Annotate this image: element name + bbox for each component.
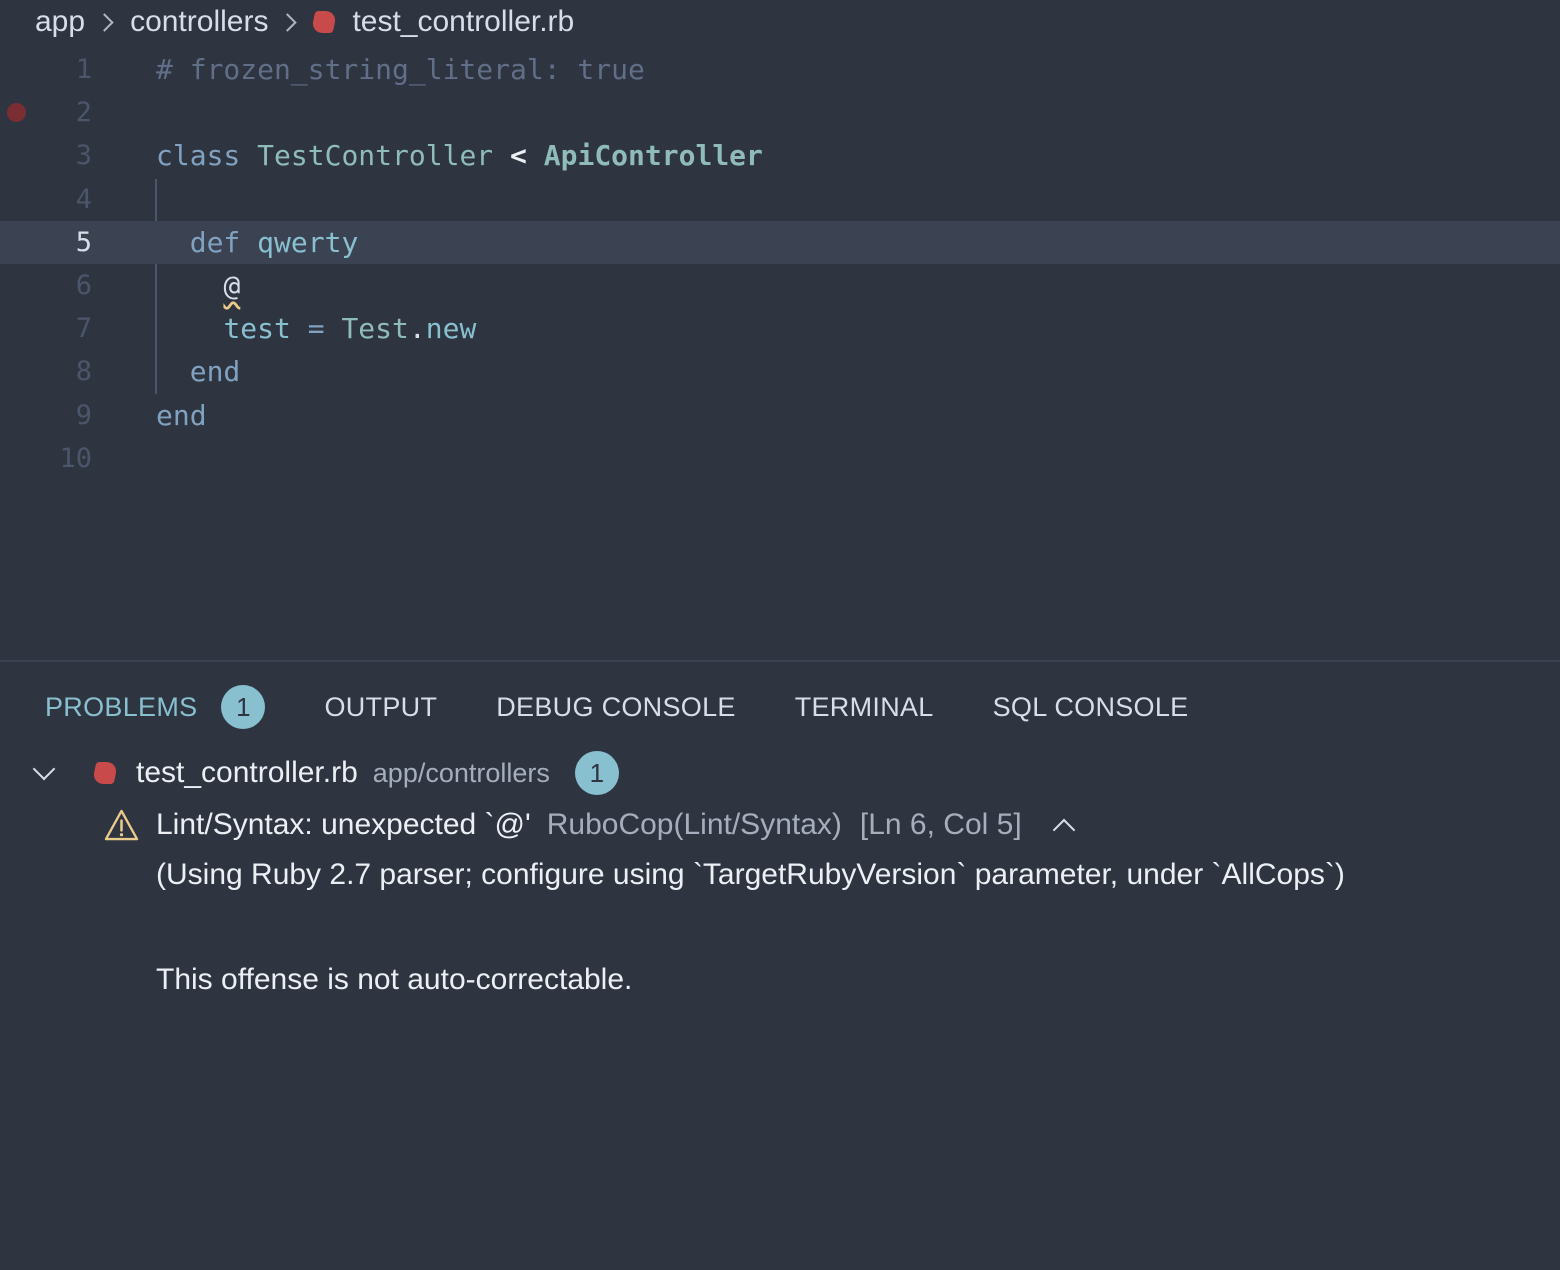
method-name-token: qwerty: [257, 226, 359, 259]
problem-source: RuboCop(Lint/Syntax): [546, 808, 842, 841]
method-call-token: new: [425, 312, 477, 345]
warning-icon: [104, 809, 139, 840]
operator-token: =: [307, 312, 325, 345]
code-line-6[interactable]: 6 @: [0, 264, 1560, 307]
code-line-8[interactable]: 8 end: [0, 350, 1560, 393]
tab-problems[interactable]: PROBLEMS 1: [45, 685, 266, 729]
line-number: 7: [75, 313, 92, 344]
problems-count-badge: 1: [221, 685, 266, 729]
tab-label: DEBUG CONSOLE: [496, 691, 736, 722]
line-number: 5: [75, 227, 92, 258]
panel-tabs: PROBLEMS 1 OUTPUT DEBUG CONSOLE TERMINAL…: [45, 684, 1248, 730]
line-number: 3: [75, 140, 92, 171]
code-line-2[interactable]: 2: [0, 91, 1560, 134]
breadcrumb: app controllers test_controller.rb: [35, 0, 574, 44]
syntax-error-token: @: [223, 269, 241, 302]
problem-file-name: test_controller.rb: [136, 756, 358, 789]
code-line-10[interactable]: 10: [0, 437, 1560, 480]
chevron-right-icon: [95, 12, 114, 32]
code-line-9[interactable]: 9 end: [0, 394, 1560, 437]
tab-sql-console[interactable]: SQL CONSOLE: [993, 692, 1189, 723]
problem-message: Lint/Syntax: unexpected `@': [156, 808, 531, 841]
class-name-token: TestController: [257, 139, 494, 172]
keyword-token: end: [156, 399, 207, 432]
code-line-5[interactable]: 5 def qwerty: [0, 221, 1560, 264]
parent-class-token: ApiController: [543, 139, 763, 172]
chevron-up-icon[interactable]: [1052, 818, 1075, 842]
ruby-icon: [311, 11, 338, 33]
breadcrumb-item-controllers[interactable]: controllers: [130, 5, 268, 39]
breadcrumb-item-file[interactable]: test_controller.rb: [352, 5, 574, 39]
operator-token: <: [510, 139, 527, 172]
problem-file-group[interactable]: test_controller.rb app/controllers 1: [30, 750, 619, 796]
dot-token: .: [408, 312, 426, 345]
keyword-token: def: [189, 226, 241, 259]
keyword-token: class: [156, 139, 241, 172]
comment-token: # frozen_string_literal: true: [156, 53, 645, 86]
chevron-down-icon[interactable]: [32, 757, 56, 781]
file-problem-count-badge: 1: [574, 751, 619, 795]
chevron-right-icon: [278, 12, 298, 32]
code-line-7[interactable]: 7 test = Test.new: [0, 307, 1560, 350]
line-number: 4: [75, 184, 92, 215]
problem-item[interactable]: Lint/Syntax: unexpected `@' RuboCop(Lint…: [104, 802, 1075, 848]
line-number: 2: [75, 97, 92, 128]
problem-detail-line-2: This offense is not auto-correctable.: [156, 963, 633, 996]
tab-label: SQL CONSOLE: [992, 691, 1189, 722]
line-number: 10: [59, 443, 92, 474]
line-number: 9: [75, 400, 92, 431]
ruby-icon: [91, 762, 119, 784]
line-number: 6: [75, 270, 92, 301]
constant-token: Test: [341, 312, 409, 345]
keyword-token: end: [189, 355, 241, 388]
tab-output[interactable]: OUTPUT: [324, 692, 437, 723]
problem-file-path: app/controllers: [372, 757, 550, 788]
code-line-1[interactable]: 1 # frozen_string_literal: true: [0, 48, 1560, 91]
tab-label: TERMINAL: [794, 691, 934, 722]
code-line-4[interactable]: 4: [0, 178, 1560, 221]
tab-terminal[interactable]: TERMINAL: [795, 692, 934, 723]
breadcrumb-item-app[interactable]: app: [35, 5, 85, 39]
line-number: 1: [75, 54, 92, 85]
problem-location: [Ln 6, Col 5]: [859, 808, 1022, 841]
problem-detail-line-1: (Using Ruby 2.7 parser; configure using …: [156, 858, 1345, 891]
line-number: 8: [75, 356, 92, 387]
code-line-3[interactable]: 3 class TestController < ApiController: [0, 134, 1560, 177]
bottom-panel: PROBLEMS 1 OUTPUT DEBUG CONSOLE TERMINAL…: [0, 660, 1560, 1270]
code-editor[interactable]: 1 # frozen_string_literal: true 2 3 clas…: [0, 48, 1560, 660]
tab-label: OUTPUT: [324, 691, 438, 722]
variable-token: test: [223, 312, 291, 345]
tab-label: PROBLEMS: [45, 691, 198, 722]
tab-debug-console[interactable]: DEBUG CONSOLE: [496, 692, 735, 723]
